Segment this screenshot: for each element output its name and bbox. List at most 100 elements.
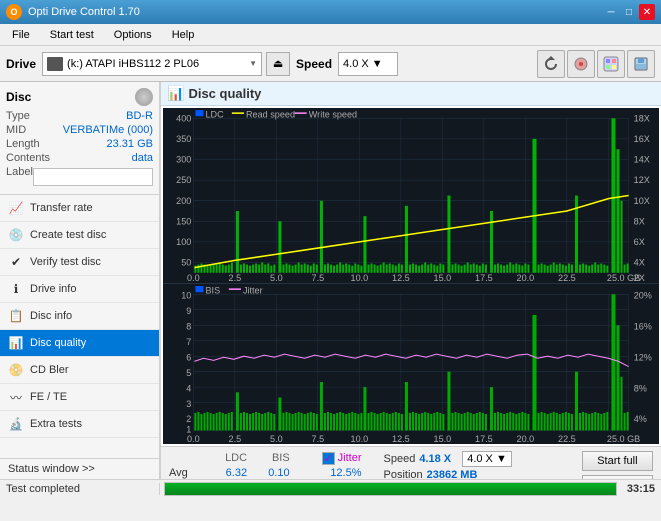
svg-text:15.0: 15.0	[434, 273, 452, 283]
disc-mid-key: MID	[6, 124, 26, 136]
speed-select[interactable]: 4.0 X ▼	[462, 451, 512, 467]
nav-transfer-rate-label: Transfer rate	[30, 202, 93, 214]
disc-type-row: Type BD-R	[6, 110, 153, 122]
svg-text:LDC: LDC	[206, 109, 225, 119]
color1-icon-btn[interactable]	[567, 50, 595, 78]
stats-bar: LDC BIS ✓ Jitter Avg	[161, 446, 661, 479]
svg-text:3: 3	[186, 399, 191, 409]
nav-disc-quality[interactable]: 📊 Disc quality	[0, 330, 159, 357]
svg-text:18X: 18X	[634, 113, 650, 123]
svg-text:7.5: 7.5	[312, 434, 325, 444]
drive-dropdown[interactable]: (k:) ATAPI iHBS112 2 PL06 ▼	[42, 52, 262, 76]
menu-start-test[interactable]: Start test	[42, 27, 102, 43]
svg-text:14X: 14X	[634, 155, 650, 165]
cd-bler-icon: 📀	[8, 362, 24, 378]
nav-disc-info[interactable]: 📋 Disc info	[0, 303, 159, 330]
svg-text:7: 7	[186, 337, 191, 347]
avg-bis: 0.10	[253, 466, 296, 479]
nav-fe-te[interactable]: 〰 FE / TE	[0, 384, 159, 411]
refresh-icon-btn[interactable]	[537, 50, 565, 78]
refresh-icon	[543, 56, 559, 72]
eject-button[interactable]: ⏏	[266, 52, 290, 76]
svg-text:17.5: 17.5	[475, 434, 493, 444]
disc-label-row: Label	[6, 166, 153, 186]
svg-text:15.0: 15.0	[434, 434, 452, 444]
time-display: 33:15	[621, 483, 661, 495]
main-layout: Disc Type BD-R MID VERBATIMe (000) Lengt…	[0, 82, 661, 479]
svg-text:400: 400	[176, 113, 191, 123]
svg-text:50: 50	[181, 258, 191, 268]
sidebar: Disc Type BD-R MID VERBATIMe (000) Lengt…	[0, 82, 160, 479]
toolbar: Drive (k:) ATAPI iHBS112 2 PL06 ▼ ⏏ Spee…	[0, 46, 661, 82]
stats-table: LDC BIS ✓ Jitter Avg	[169, 451, 368, 479]
bottom-bar: Test completed 33:15	[0, 479, 661, 497]
position-row: Position 23862 MB	[384, 469, 512, 479]
svg-text:BIS: BIS	[206, 285, 221, 295]
maximize-button[interactable]: □	[621, 4, 637, 20]
svg-text:2.5: 2.5	[229, 434, 242, 444]
svg-text:300: 300	[176, 155, 191, 165]
menu-file[interactable]: File	[4, 27, 38, 43]
window-controls: ─ □ ✕	[603, 4, 655, 20]
nav-drive-info[interactable]: ℹ Drive info	[0, 276, 159, 303]
disc-mid-row: MID VERBATIMe (000)	[6, 124, 153, 136]
nav-verify-test-disc-label: Verify test disc	[30, 256, 101, 268]
svg-text:10: 10	[181, 290, 191, 300]
disc-info-icon: 📋	[8, 308, 24, 324]
svg-text:22.5: 22.5	[558, 434, 576, 444]
speed-label: Speed	[296, 57, 332, 71]
chart-header: 📊 Disc quality	[161, 82, 661, 106]
svg-text:4: 4	[186, 383, 191, 393]
nav-disc-info-label: Disc info	[30, 310, 72, 322]
nav-create-test-disc-label: Create test disc	[30, 229, 106, 241]
svg-text:5.0: 5.0	[270, 434, 283, 444]
jitter-checkbox[interactable]: ✓ Jitter	[322, 452, 362, 465]
menu-options[interactable]: Options	[106, 27, 160, 43]
disc-quality-icon: 📊	[8, 335, 24, 351]
nav-create-test-disc[interactable]: 💿 Create test disc	[0, 222, 159, 249]
disc-type-val: BD-R	[126, 110, 153, 122]
ldc-header: LDC	[198, 451, 253, 466]
start-part-button[interactable]: Start part	[582, 475, 653, 479]
nav-extra-tests[interactable]: 🔬 Extra tests	[0, 411, 159, 438]
disc-title: Disc	[6, 90, 31, 104]
disc-label-key: Label	[6, 166, 33, 186]
verify-test-disc-icon: ✔	[8, 254, 24, 270]
svg-text:12.5: 12.5	[392, 273, 410, 283]
nav-cd-bler-label: CD Bler	[30, 364, 69, 376]
svg-text:4%: 4%	[634, 414, 647, 424]
speed-val: 4.18 X	[419, 453, 451, 465]
menu-help[interactable]: Help	[164, 27, 203, 43]
title-bar: O Opti Drive Control 1.70 ─ □ ✕	[0, 0, 661, 24]
start-full-button[interactable]: Start full	[582, 451, 653, 471]
progress-container	[164, 482, 617, 496]
svg-text:10X: 10X	[634, 196, 650, 206]
nav-transfer-rate[interactable]: 📈 Transfer rate	[0, 195, 159, 222]
nav-disc-quality-label: Disc quality	[30, 337, 86, 349]
nav-cd-bler[interactable]: 📀 CD Bler	[0, 357, 159, 384]
close-button[interactable]: ✕	[639, 4, 655, 20]
save-icon-btn[interactable]	[627, 50, 655, 78]
colors-icon	[603, 56, 619, 72]
svg-text:16X: 16X	[634, 134, 650, 144]
nav-verify-test-disc[interactable]: ✔ Verify test disc	[0, 249, 159, 276]
svg-text:9: 9	[186, 306, 191, 316]
nav-fe-te-label: FE / TE	[30, 391, 67, 403]
disc-label-input[interactable]	[33, 168, 153, 186]
bottom-chart-wrapper: 10 9 8 7 6 5 4 3 2 1 20% 16%	[163, 283, 659, 444]
chart-panel: 📊 Disc quality	[160, 82, 661, 479]
minimize-button[interactable]: ─	[603, 4, 619, 20]
svg-text:12.5: 12.5	[392, 434, 410, 444]
svg-text:100: 100	[176, 237, 191, 247]
svg-text:8%: 8%	[634, 383, 647, 393]
status-window-btn[interactable]: Status window >>	[0, 458, 159, 479]
disc-header: Disc	[6, 88, 153, 106]
nav-drive-info-label: Drive info	[30, 283, 76, 295]
color2-icon-btn[interactable]	[597, 50, 625, 78]
disc-type-key: Type	[6, 110, 30, 122]
jitter-label: Jitter	[338, 452, 362, 464]
speed-dropdown[interactable]: 4.0 X ▼	[338, 52, 398, 76]
title-bar-left: O Opti Drive Control 1.70	[6, 4, 140, 20]
app-icon: O	[6, 4, 22, 20]
svg-text:250: 250	[176, 175, 191, 185]
